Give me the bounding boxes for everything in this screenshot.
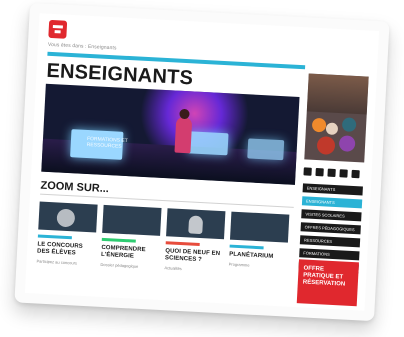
tile-category-bar [165,241,200,246]
sidebar-menu-item-active[interactable]: ENSEIGNANTS [301,196,363,209]
screenshot-scene: Vous êtes dans : Enseignants ENSEIGNANTS… [0,0,404,337]
tile-image [38,201,98,233]
facebook-icon[interactable] [303,167,312,176]
zoom-tiles: LE CONCOURS DES ÉLÈVES Participez au con… [36,201,293,277]
tile-category-bar [37,234,72,240]
zoom-tile[interactable]: LE CONCOURS DES ÉLÈVES Participez au con… [36,201,98,267]
tile-description: Participez au concours [36,258,78,266]
sidebar-menu-item[interactable]: OFFRES PÉDAGOGIQUES [300,222,361,235]
person-silhouette [174,116,193,154]
sidebar-menu-item[interactable]: VISITES SCOLAIRES [301,209,362,222]
tile-title: PLANÉTARIUM [229,251,274,260]
tile-description: Actualités [164,265,182,272]
sidebar-menu-item[interactable]: FORMATIONS [299,248,360,261]
zoom-heading: ZOOM SUR... [40,179,110,196]
promo-box[interactable]: OFFRE PRATIQUE ET RÉSERVATION [296,259,359,307]
zoom-tile[interactable]: QUOI DE NEUF EN SCIENCES ? Actualités [164,208,226,273]
monitor-screen [187,131,229,156]
photo-person [325,122,339,136]
youtube-icon[interactable] [327,168,336,178]
photo-person [338,135,356,152]
tile-title: LE CONCOURS DES ÉLÈVES [36,241,83,257]
instagram-icon[interactable] [339,169,348,178]
monitor-screen [247,138,285,161]
tile-description: Programme [228,261,250,268]
photo-person [311,117,327,133]
breadcrumb: Vous êtes dans : Enseignants [47,41,117,52]
hero-banner[interactable]: FORMATIONS ET RESSOURCES [41,83,300,185]
photo-background [306,73,369,115]
tile-category-bar [101,237,136,243]
social-icons [303,167,363,180]
tile-title: COMPRENDRE L'ÉNERGIE [100,244,146,260]
rss-icon[interactable] [351,169,360,179]
tile-image [229,211,290,243]
twitter-icon[interactable] [315,167,324,177]
sidebar-menu-item[interactable]: ENSEIGNANTS [302,183,363,196]
tile-title: QUOI DE NEUF EN SCIENCES ? [164,248,221,264]
sidebar-photo[interactable] [304,73,369,163]
brand-logo-icon[interactable] [48,19,68,39]
zoom-tile[interactable]: PLANÉTARIUM Programme [228,211,290,277]
website-card: Vous êtes dans : Enseignants ENSEIGNANTS… [14,2,390,322]
tile-image [166,208,226,240]
tile-image [102,204,162,236]
website-screen: Vous êtes dans : Enseignants ENSEIGNANTS… [24,13,380,311]
tile-description: Dossier pédagogique [100,261,139,269]
tile-category-bar [229,244,264,250]
photo-person [341,117,357,133]
photo-person [316,136,336,155]
sidebar-menu-item[interactable]: RESSOURCES [299,235,361,248]
zoom-tile[interactable]: COMPRENDRE L'ÉNERGIE Dossier pédagogique [100,204,162,270]
